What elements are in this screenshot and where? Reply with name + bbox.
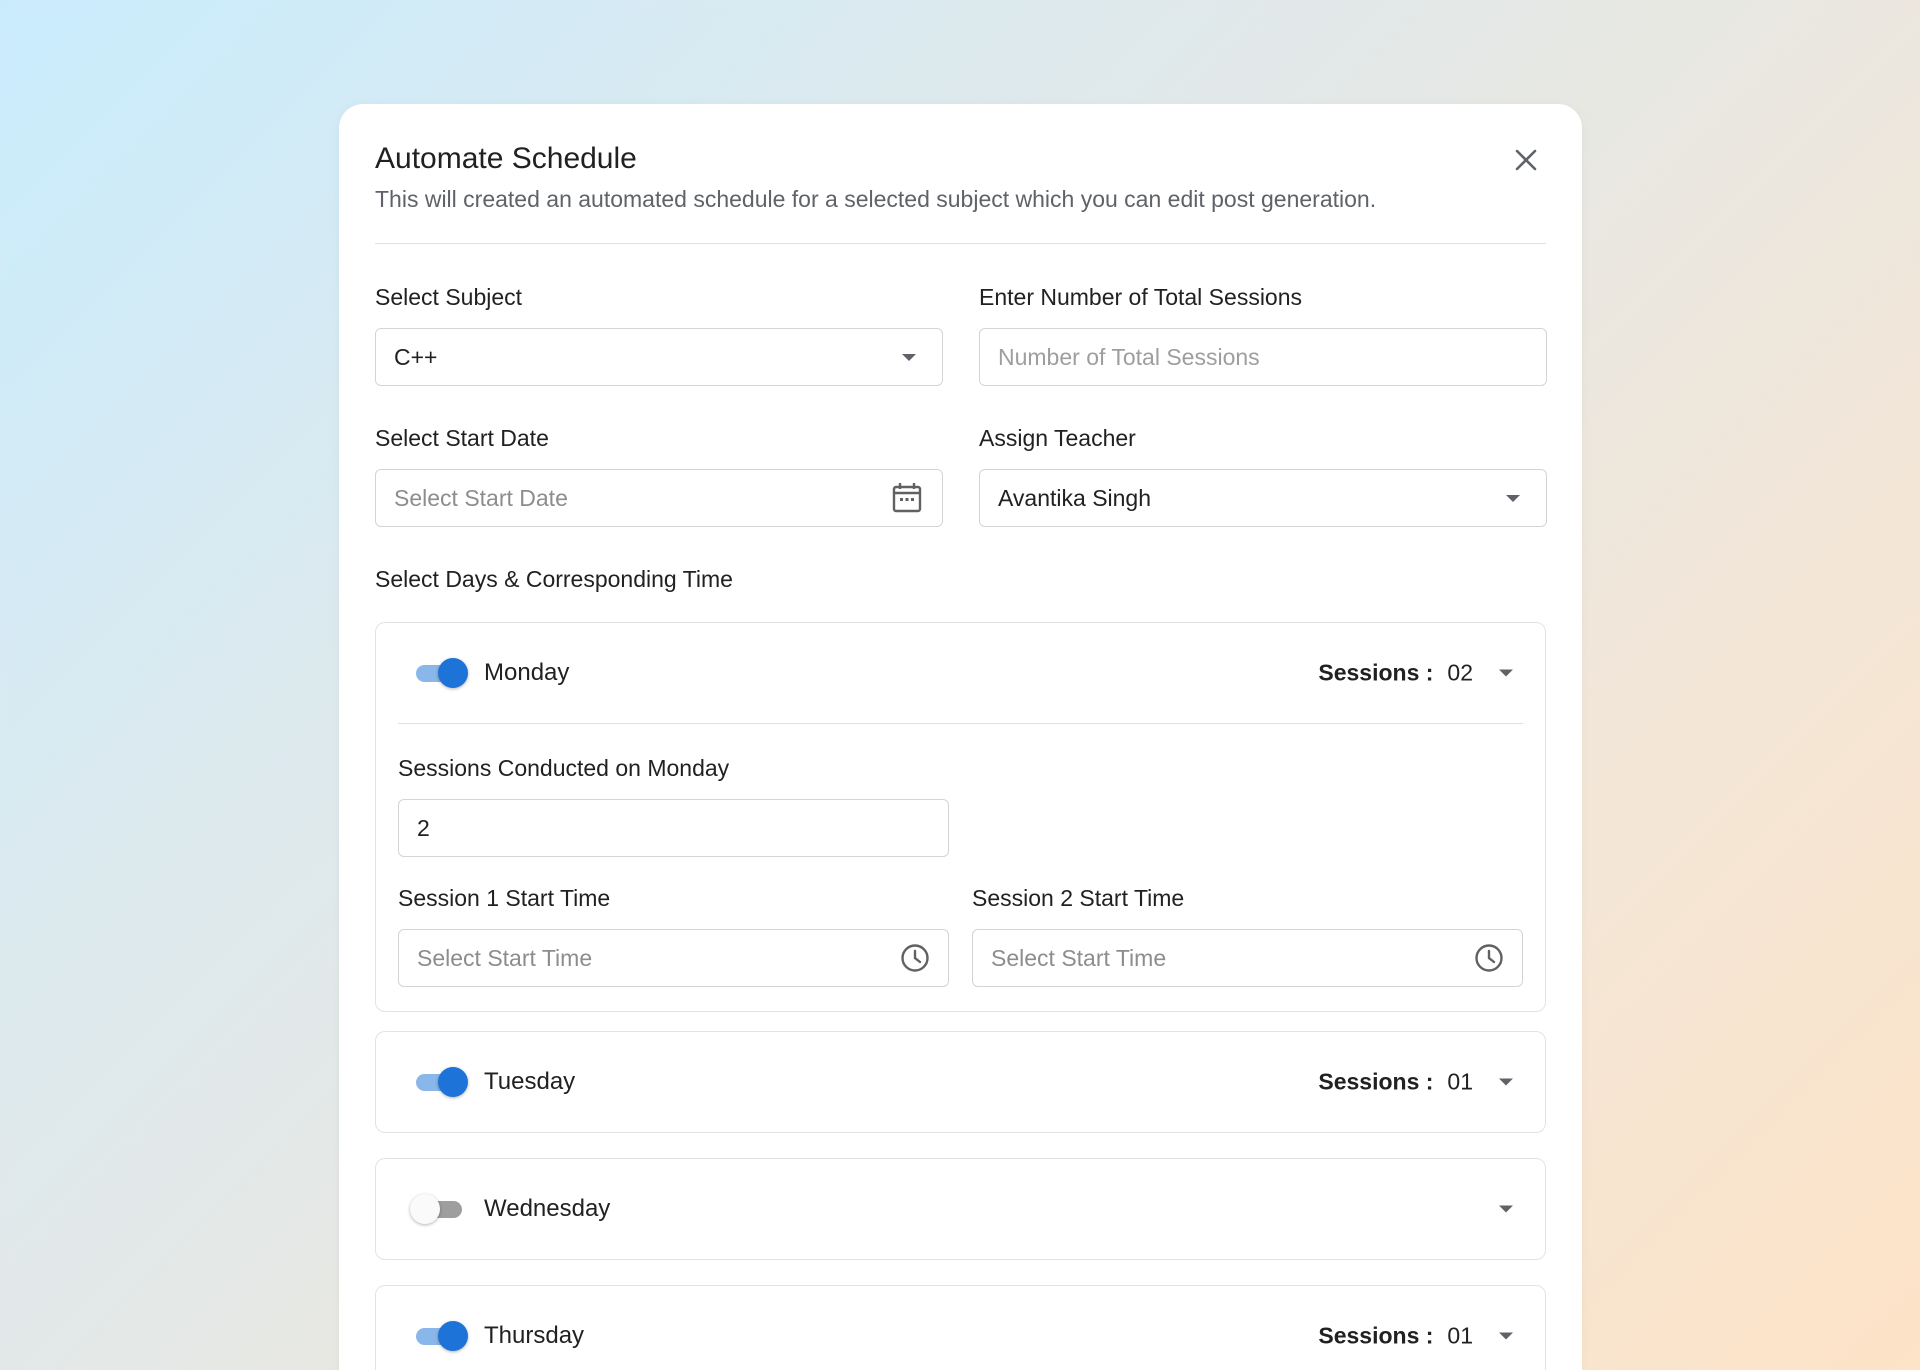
conducted-label: Sessions Conducted on Monday [398, 755, 730, 781]
chevron-down-icon[interactable] [1499, 1332, 1513, 1340]
session2-label: Session 2 Start Time [972, 885, 1185, 911]
chevron-down-icon [902, 353, 916, 361]
day-name-thursday: Thursday [484, 1322, 585, 1349]
teacher-label: Assign Teacher [979, 425, 1136, 451]
sessions-label: Sessions : [1318, 1068, 1434, 1095]
session1-time-field[interactable]: Select Start Time [398, 929, 949, 987]
day-card-tuesday[interactable]: Tuesday Sessions : 01 [375, 1031, 1546, 1133]
start-date-label: Select Start Date [375, 425, 549, 451]
toggle-wednesday[interactable] [410, 1194, 464, 1224]
sessions-label: Sessions : [1318, 659, 1434, 686]
session2-placeholder: Select Start Time [991, 944, 1167, 971]
conducted-field[interactable] [398, 799, 949, 857]
day-card-thursday[interactable]: Thursday Sessions : 01 [375, 1285, 1546, 1370]
total-sessions-label: Enter Number of Total Sessions [979, 284, 1303, 310]
day-name-tuesday: Tuesday [484, 1068, 576, 1095]
start-date-field[interactable]: Select Start Date [375, 469, 943, 527]
sessions-value: 01 [1447, 1322, 1473, 1349]
subject-select[interactable]: C++ [375, 328, 943, 386]
teacher-value: Avantika Singh [998, 484, 1152, 511]
total-sessions-input[interactable] [998, 343, 1528, 371]
automate-schedule-modal: Automate Schedule This will created an a… [339, 104, 1582, 1370]
sessions-count-thursday: Sessions : 01 [1318, 1323, 1473, 1350]
days-section-label: Select Days & Corresponding Time [375, 566, 733, 592]
day-name-wednesday: Wednesday [484, 1195, 611, 1222]
chevron-down-icon[interactable] [1499, 1205, 1513, 1213]
subject-value: C++ [394, 343, 438, 370]
sessions-label: Sessions : [1318, 1322, 1434, 1349]
sessions-count-tuesday: Sessions : 01 [1318, 1069, 1473, 1096]
toggle-tuesday[interactable] [414, 1067, 468, 1097]
modal-title: Automate Schedule [375, 142, 637, 175]
close-icon [1515, 149, 1537, 171]
modal-subtitle: This will created an automated schedule … [375, 186, 1377, 212]
session2-time-field[interactable]: Select Start Time [972, 929, 1523, 987]
conducted-input[interactable] [417, 814, 930, 842]
sessions-value: 01 [1447, 1068, 1473, 1095]
chevron-down-icon[interactable] [1499, 1078, 1513, 1086]
start-date-placeholder: Select Start Date [394, 484, 568, 511]
day-card-monday: Monday Sessions : 02 Sessions Conducted o… [375, 622, 1546, 1012]
day-header-thursday[interactable]: Thursday Sessions : 01 [376, 1286, 1545, 1370]
toggle-monday[interactable] [414, 658, 468, 688]
sessions-count-monday: Sessions : 02 [1318, 660, 1473, 687]
calendar-icon[interactable] [892, 482, 922, 514]
day-card-wednesday[interactable]: Wednesday [375, 1158, 1546, 1260]
session1-placeholder: Select Start Time [417, 944, 593, 971]
chevron-down-icon[interactable] [1499, 669, 1513, 677]
sessions-value: 02 [1447, 659, 1473, 686]
day-name-monday: Monday [484, 659, 570, 686]
teacher-select[interactable]: Avantika Singh [979, 469, 1547, 527]
header-divider [375, 243, 1546, 244]
day-header-monday[interactable]: Monday Sessions : 02 [376, 623, 1545, 723]
subject-label: Select Subject [375, 284, 523, 310]
day-header-wednesday[interactable]: Wednesday [376, 1159, 1545, 1259]
session1-label: Session 1 Start Time [398, 885, 611, 911]
close-button[interactable] [1508, 142, 1544, 178]
clock-icon[interactable] [900, 943, 930, 973]
clock-icon[interactable] [1474, 943, 1504, 973]
toggle-thursday[interactable] [414, 1321, 468, 1351]
total-sessions-field[interactable] [979, 328, 1547, 386]
chevron-down-icon [1506, 494, 1520, 502]
day-divider [398, 723, 1523, 724]
day-header-tuesday[interactable]: Tuesday Sessions : 01 [376, 1032, 1545, 1132]
